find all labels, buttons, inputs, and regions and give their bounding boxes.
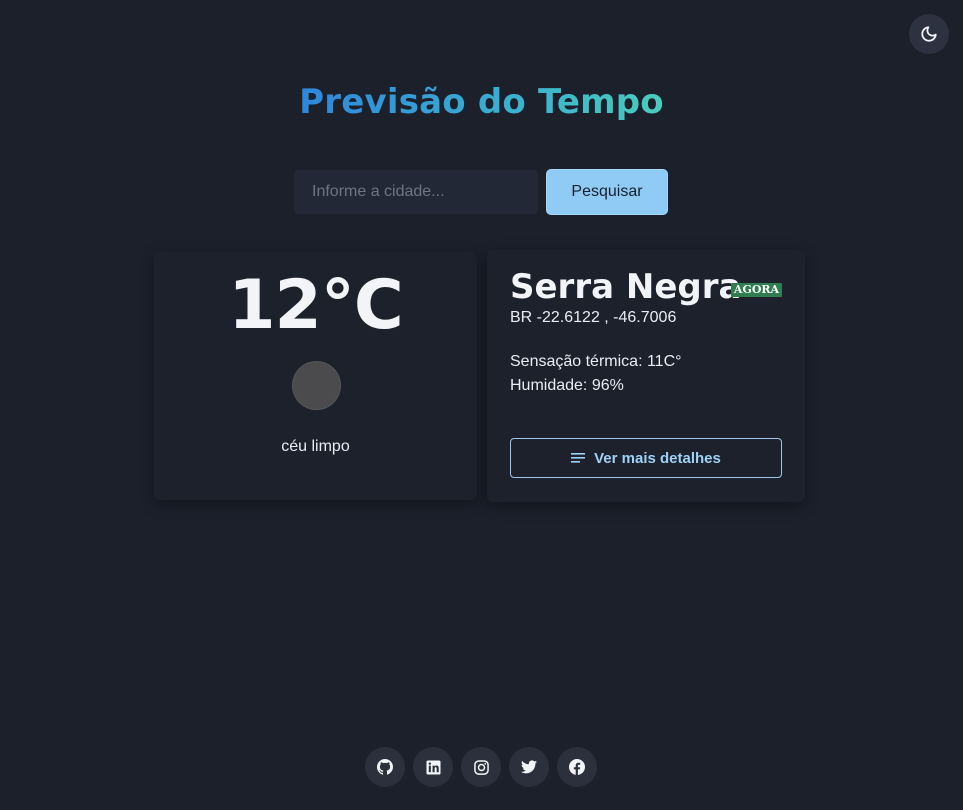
twitter-link[interactable]	[509, 747, 549, 787]
linkedin-link[interactable]	[413, 747, 453, 787]
twitter-icon	[521, 760, 537, 774]
instagram-icon	[473, 759, 489, 775]
theme-toggle-button[interactable]	[909, 14, 949, 54]
social-links	[365, 747, 597, 787]
weather-condition-icon	[292, 361, 341, 410]
linkedin-icon	[425, 759, 441, 775]
more-details-label: Ver mais detalhes	[594, 449, 721, 467]
humidity: Humidade: 96%	[510, 377, 624, 394]
feels-like: Sensação térmica: 11C°	[510, 353, 682, 370]
page-title: Previsão do Tempo	[299, 82, 664, 122]
coordinates: BR -22.6122 , -46.7006	[510, 309, 677, 326]
now-badge: AGORA	[731, 283, 782, 297]
facebook-link[interactable]	[557, 747, 597, 787]
lines-icon	[571, 453, 586, 463]
weather-description: céu limpo	[281, 438, 350, 455]
instagram-link[interactable]	[461, 747, 501, 787]
temperature-value: 12°C	[228, 266, 404, 345]
moon-icon	[921, 26, 937, 42]
city-name: Serra Negra	[510, 267, 742, 307]
city-search-input[interactable]	[294, 170, 538, 214]
search-button[interactable]: Pesquisar	[546, 169, 668, 215]
weather-app: Previsão do Tempo Pesquisar 12°C céu lim…	[0, 0, 963, 810]
github-icon	[377, 759, 393, 775]
more-details-button[interactable]: Ver mais detalhes	[510, 438, 782, 478]
github-link[interactable]	[365, 747, 405, 787]
facebook-icon	[569, 759, 585, 775]
